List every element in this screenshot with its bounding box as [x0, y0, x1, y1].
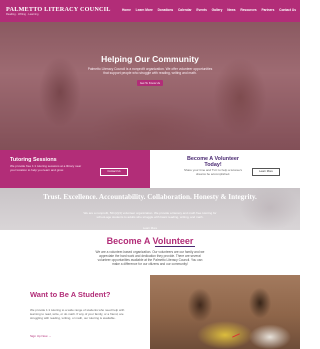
tutoring-description: We provide free 1:1 tutoring sessions at…: [10, 164, 82, 172]
contact-us-button[interactable]: Contact Us: [100, 168, 128, 176]
student-description: We provide 1:1 tutoring to a wide range …: [30, 308, 125, 320]
nav-item-resources[interactable]: Resources: [240, 8, 256, 12]
hero-description: Palmetto Literacy Council is a nonprofit…: [87, 67, 213, 76]
values-description: We are a nonprofit, 501(c)(3) volunteer …: [83, 211, 217, 219]
values-title: Trust. Excellence. Accountability. Colla…: [43, 193, 257, 201]
become-volunteer-description: We are a volunteer-based organization. O…: [95, 250, 205, 267]
become-volunteer-heading: Become A Volunteer: [0, 236, 300, 246]
nav-item-partners[interactable]: Partners: [261, 8, 274, 12]
student-photo: [150, 275, 300, 349]
volunteer-cta-description: Share your time and TLC to help a tutore…: [183, 168, 243, 176]
learn-more-about-us-link[interactable]: Learn More About Us: [140, 226, 160, 234]
nav-item-donations[interactable]: Donations: [158, 8, 174, 12]
hero-overlay: [0, 22, 300, 150]
nav-item-learn-more[interactable]: Learn More: [136, 8, 153, 12]
learn-more-button[interactable]: Learn More: [252, 168, 280, 176]
heading-highlight: Volunteer: [152, 236, 194, 246]
site-logo[interactable]: PALMETTO LITERACY COUNCIL: [6, 6, 111, 13]
nav-item-events[interactable]: Events: [196, 8, 206, 12]
heading-prefix: Become A: [106, 236, 153, 246]
nav-item-calendar[interactable]: Calendar: [178, 8, 192, 12]
logo-tagline: Reading · Writing · Learning: [6, 13, 39, 16]
nav-item-gallery[interactable]: Gallery: [212, 8, 223, 12]
student-heading: Want to Be A Student?: [30, 290, 111, 299]
nav-item-contact[interactable]: Contact Us: [279, 8, 296, 12]
get-to-know-us-button[interactable]: Get To Know Us: [137, 80, 163, 86]
nav-item-news[interactable]: News: [227, 8, 235, 12]
sign-up-now-link[interactable]: Sign Up Now →: [30, 334, 51, 338]
volunteer-cta-title: Become A Volunteer Today!: [187, 156, 239, 168]
heading-underline: [155, 246, 195, 247]
main-nav: Home Learn More Donations Calendar Event…: [122, 8, 296, 12]
hero-photo: [0, 22, 300, 150]
tutoring-title: Tutoring Sessions: [10, 157, 57, 163]
hero-title: Helping Our Community: [101, 54, 199, 64]
nav-item-home[interactable]: Home: [122, 8, 131, 12]
